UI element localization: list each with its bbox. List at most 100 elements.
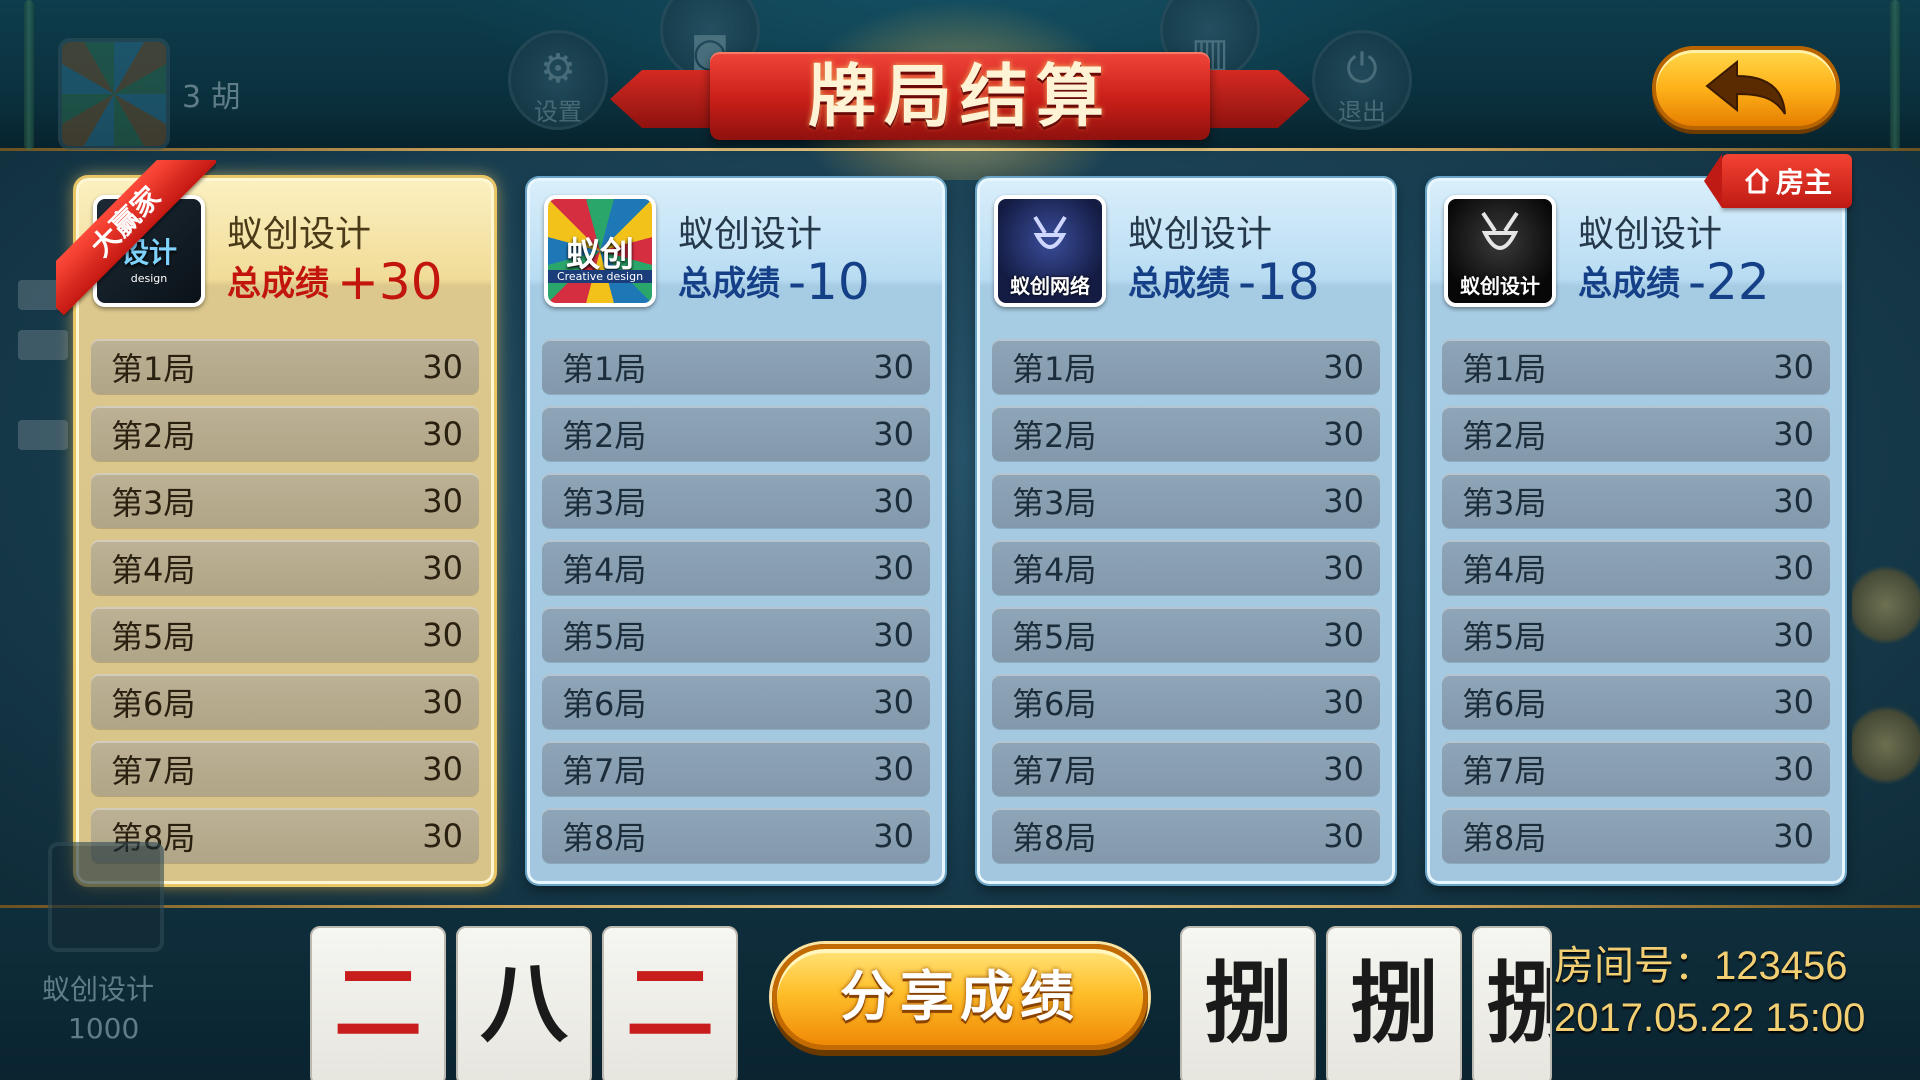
room-number: 房间号：123456 [1554, 944, 1848, 988]
round-row: 第7局 30 [91, 741, 479, 796]
round-label: 第6局 [111, 684, 196, 723]
player-avatar: 蚁创网络 [994, 195, 1106, 307]
player-total: 总成绩 +30 [227, 253, 443, 311]
mahjong-tile: 捌 [1472, 926, 1552, 1080]
bottom-player-name: 蚁创设计 [42, 973, 155, 1006]
round-label: 第1局 [111, 349, 196, 388]
player-panel-header: 蚁创 Creative design 蚁创设计 总成绩 -10 [530, 181, 942, 321]
winner-badge-label: 大赢家 [56, 160, 216, 316]
settings-label: 设置 [534, 98, 582, 126]
mahjong-tile: 二 [310, 926, 446, 1080]
round-score: 30 [1773, 481, 1814, 520]
total-label: 总成绩 [1128, 264, 1230, 304]
bottom-player-avatar [48, 842, 164, 952]
avatar-text: 蚁创设计 [1460, 274, 1540, 298]
player-total: 总成绩 -18 [1128, 253, 1320, 311]
round-score: 30 [1323, 481, 1364, 520]
round-row: 第5局 30 [542, 607, 930, 662]
round-row: 第6局 30 [1442, 674, 1830, 729]
round-label: 第1局 [1462, 349, 1547, 388]
round-row: 第7局 30 [992, 741, 1380, 796]
round-label: 第1局 [1012, 349, 1097, 388]
mahjong-tile: 八 [456, 926, 592, 1080]
round-row: 第7局 30 [1442, 741, 1830, 796]
back-arrow-icon [1656, 50, 1836, 126]
exit-label: 退出 [1338, 98, 1386, 126]
round-row: 第5局 30 [1442, 607, 1830, 662]
round-row: 第8局 30 [992, 808, 1380, 863]
player-panel-4: 蚁创设计 蚁创设计 总成绩 -22 第1局 30 第2局 30 第3局 30 第4局 30… [1427, 178, 1845, 884]
round-row: 第6局 30 [542, 674, 930, 729]
round-list: 第1局 30 第2局 30 第3局 30 第4局 30 第5局 30 第6局 30 第7局 3… [542, 339, 930, 875]
round-label: 第2局 [562, 416, 647, 455]
player-name: 蚁创设计 [1578, 214, 1723, 255]
round-score: 30 [422, 548, 463, 587]
round-label: 第3局 [562, 483, 647, 522]
round-score: 30 [422, 347, 463, 386]
round-score: 30 [422, 414, 463, 453]
chat-icon [1852, 560, 1920, 650]
round-score: 30 [873, 749, 914, 788]
ant-logo-icon [1481, 211, 1519, 250]
round-row: 第5局 30 [992, 607, 1380, 662]
round-row: 第3局 30 [542, 473, 930, 528]
round-label: 第5局 [111, 617, 196, 656]
round-row: 第1局 30 [542, 339, 930, 394]
round-score: 30 [1773, 548, 1814, 587]
round-score: 30 [1323, 682, 1364, 721]
round-row: 第1局 30 [1442, 339, 1830, 394]
mahjong-tile: 捌 [1326, 926, 1462, 1080]
round-row: 第5局 30 [91, 607, 479, 662]
player-avatar: 蚁创设计 [1444, 195, 1556, 307]
round-label: 第2局 [1012, 416, 1097, 455]
owner-badge: 房主 [1704, 154, 1852, 208]
round-list: 第1局 30 第2局 30 第3局 30 第4局 30 第5局 30 第6局 30 第7局 3… [91, 339, 479, 875]
round-row: 第4局 30 [992, 540, 1380, 595]
round-row: 第8局 30 [1442, 808, 1830, 863]
round-score: 30 [873, 347, 914, 386]
total-label: 总成绩 [1578, 264, 1680, 304]
power-icon: ⏻ [1346, 46, 1378, 92]
round-list: 第1局 30 第2局 30 第3局 30 第4局 30 第5局 30 第6局 30 第7局 3… [1442, 339, 1830, 875]
round-row: 第4局 30 [91, 540, 479, 595]
player-name: 蚁创设计 [227, 214, 372, 255]
player-name: 蚁创设计 [1128, 214, 1273, 255]
avatar-subtext: Creative design [548, 270, 652, 283]
round-label: 第2局 [1462, 416, 1547, 455]
round-score: 30 [422, 816, 463, 855]
exit-button[interactable]: ⏻ 退出 [1312, 30, 1412, 130]
round-label: 第8局 [562, 818, 647, 857]
round-label: 第2局 [111, 416, 196, 455]
round-score: 30 [873, 615, 914, 654]
total-score: +30 [337, 253, 443, 311]
round-score: 30 [1773, 615, 1814, 654]
round-score: 30 [1323, 615, 1364, 654]
round-label: 第6局 [1012, 684, 1097, 723]
round-score: 30 [1323, 816, 1364, 855]
side-tile-fragment [18, 330, 68, 360]
voice-icon [1852, 700, 1920, 790]
hu-count: 3 胡 [182, 80, 241, 115]
round-row: 第8局 30 [542, 808, 930, 863]
bamboo-decoration [24, 0, 34, 150]
round-label: 第8局 [1012, 818, 1097, 857]
room-info: 房间号：123456 2017.05.22 15:00 [1554, 940, 1865, 1044]
round-label: 第4局 [1462, 550, 1547, 589]
round-score: 30 [1323, 548, 1364, 587]
round-row: 第4局 30 [542, 540, 930, 595]
round-score: 30 [1323, 347, 1364, 386]
round-label: 第3局 [111, 483, 196, 522]
bamboo-decoration [1890, 0, 1900, 150]
owner-badge-label: 房主 [1775, 166, 1832, 199]
share-results-button[interactable]: 分享成绩 [772, 944, 1148, 1050]
avatar-text: 蚁创网络 [1010, 274, 1090, 298]
round-label: 第7局 [562, 751, 647, 790]
round-score: 30 [873, 414, 914, 453]
round-row: 第1局 30 [91, 339, 479, 394]
player-panel-2: 蚁创 Creative design 蚁创设计 总成绩 -10 第1局 30 第2局… [527, 178, 945, 884]
round-list: 第1局 30 第2局 30 第3局 30 第4局 30 第5局 30 第6局 30 第7局 3… [992, 339, 1380, 875]
back-button[interactable] [1652, 46, 1840, 130]
top-player-avatar [58, 38, 170, 150]
settings-button[interactable]: ⚙ 设置 [508, 30, 608, 130]
round-row: 第2局 30 [992, 406, 1380, 461]
